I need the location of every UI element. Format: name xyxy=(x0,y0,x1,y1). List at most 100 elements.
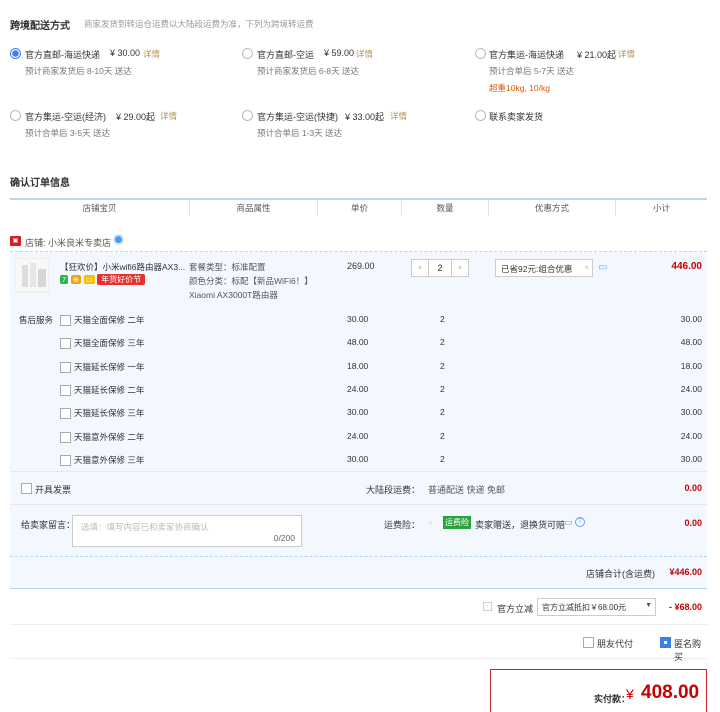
coupon-icon: ▭ xyxy=(83,275,95,284)
option-detail-link[interactable]: 详情 xyxy=(143,48,160,60)
service-checkbox[interactable] xyxy=(60,408,71,420)
quantity-input[interactable]: 2 xyxy=(429,259,451,277)
service-total: 30.00 xyxy=(680,314,702,324)
insurance-chat-icon[interactable]: ▭ xyxy=(564,517,573,528)
radio[interactable] xyxy=(475,48,486,59)
radio-selected[interactable] xyxy=(10,48,21,59)
option-name: 官方集运-空运(快捷) xyxy=(257,112,338,122)
official-discount-select[interactable]: 官方立减抵扣￥68.00元 ▼ xyxy=(537,598,656,616)
service-total: 30.00 xyxy=(680,407,702,418)
col-discount: 优惠方式 xyxy=(489,200,616,216)
option-name: 联系卖家发货 xyxy=(489,112,544,122)
service-checkbox[interactable] xyxy=(60,431,71,443)
service-checkbox[interactable] xyxy=(60,338,71,350)
service-qty: 2 xyxy=(440,430,445,441)
service-checkbox[interactable] xyxy=(60,315,71,326)
official-discount-label: 官方立减 xyxy=(497,604,534,614)
insurance-check-icon: ▫ xyxy=(429,518,432,527)
service-row: 天猫全面保修 二年 30.00 2 30.00 xyxy=(10,309,707,332)
radio[interactable] xyxy=(242,48,253,59)
shop-name-link[interactable]: 小米良米专卖店 xyxy=(48,236,111,249)
shop-total-value: ¥446.00 xyxy=(669,567,702,577)
attr-model: Xiaomi AX3000T路由器 xyxy=(189,290,278,300)
shipping-option-air-direct[interactable]: 官方直邮-空运 ¥ 59.00 详情 预计商家发货后 6-8天 送达 xyxy=(242,46,462,78)
service-price: 24.00 xyxy=(347,430,369,441)
order-item-area: 【狂欢价】小米wifi6路由器AX3... 7 ⊕ ▭ 年货好价节 套餐类型：标… xyxy=(10,252,707,472)
mainland-fee-amount: 0.00 xyxy=(684,483,702,493)
service-row: 天猫延长保修 二年 24.00 2 24.00 xyxy=(10,379,707,402)
insurance-badge: 运费险 xyxy=(443,516,471,529)
service-price: 18.00 xyxy=(347,360,369,371)
service-row: 天猫意外保修 二年 24.00 2 24.00 xyxy=(10,426,707,449)
service-qty: 2 xyxy=(440,383,445,394)
service-total: 30.00 xyxy=(680,453,702,464)
service-total: 24.00 xyxy=(680,383,702,394)
anonymous-label: 匿名购买 xyxy=(674,639,702,662)
service-row: 天猫意外保修 三年 30.00 2 30.00 xyxy=(10,449,707,472)
option-name: 官方直邮-空运 xyxy=(257,50,314,60)
product-image[interactable] xyxy=(15,258,49,292)
pay-label: 实付款： xyxy=(594,694,631,704)
message-placeholder: 选填：填写内容已和卖家协商确认 xyxy=(81,522,209,532)
shipping-option-sea-consolidated[interactable]: 官方集运-海运快递 ¥ 21.00起 详情 预计合单后 5-7天 送达 超重10… xyxy=(475,46,710,96)
shipping-title: 跨境配送方式 xyxy=(10,21,70,32)
seven-day-return-icon: 7 xyxy=(60,275,69,284)
insurance-label: 运费险： xyxy=(384,520,421,530)
service-total: 24.00 xyxy=(680,430,702,441)
message-row: 给卖家留言： 选填：填写内容已和卖家协商确认 0/200 运费险： ▫ 运费险 … xyxy=(10,505,707,557)
option-detail-link[interactable]: 详情 xyxy=(390,110,407,122)
option-detail-link[interactable]: 详情 xyxy=(356,48,373,60)
radio[interactable] xyxy=(242,110,253,121)
discount-select[interactable]: 已省92元:组合优惠 ▫ xyxy=(495,259,593,277)
message-textarea[interactable]: 选填：填写内容已和卖家协商确认 0/200 xyxy=(72,515,302,547)
message-label: 给卖家留言： xyxy=(21,520,76,530)
option-detail-link[interactable]: 详情 xyxy=(618,48,635,60)
mainland-fee-value: 普通配送 快递 免邮 xyxy=(428,485,506,495)
option-price: ¥ 29.00起 xyxy=(116,112,156,122)
option-detail-link[interactable]: 详情 xyxy=(160,110,177,122)
insurance-help-icon[interactable]: ? xyxy=(575,517,585,527)
radio[interactable] xyxy=(10,110,21,121)
shipping-option-sea-direct[interactable]: 官方直邮-海运快递 ¥ 30.00 详情 预计商家发货后 8-10天 送达 xyxy=(10,46,230,78)
official-discount-check[interactable]: ▫ xyxy=(483,602,492,611)
increase-button[interactable]: ▫ xyxy=(451,259,469,277)
service-price: 30.00 xyxy=(347,453,369,464)
shop-total-label: 店铺合计(含运费) xyxy=(586,569,655,579)
attr-color: 颜色分类：标配【新品WiFi6！】 xyxy=(189,276,313,286)
discount-info-icon[interactable]: ▭ xyxy=(598,262,607,273)
insurance-text: 卖家赠送，退换货可赔 xyxy=(475,520,566,530)
radio[interactable] xyxy=(475,110,486,121)
service-checkbox[interactable] xyxy=(60,454,71,466)
official-discount-row: ▫ 官方立减 官方立减抵扣￥68.00元 ▼ - ¥68.00 xyxy=(10,589,707,625)
col-attr: 商品属性 xyxy=(190,200,318,216)
official-discount-value: - ¥68.00 xyxy=(668,602,702,612)
service-total: 48.00 xyxy=(680,337,702,348)
service-name: 天猫意外保修 三年 xyxy=(74,454,145,465)
shipping-option-air-economy[interactable]: 官方集运-空运(经济) ¥ 29.00起 详情 预计合单后 3-5天 送达 xyxy=(10,108,230,140)
shipping-option-air-express[interactable]: 官方集运-空运(快捷) ¥ 33.00起 详情 预计合单后 1-3天 送达 xyxy=(242,108,462,140)
pay-options-row: 朋友代付 匿名购买 xyxy=(10,625,707,662)
anonymous-checkbox[interactable] xyxy=(660,637,671,648)
service-row: 天猫延长保修 一年 18.00 2 18.00 xyxy=(10,356,707,379)
service-qty: 2 xyxy=(440,407,445,418)
service-price: 30.00 xyxy=(347,314,369,324)
service-name: 天猫全面保修 三年 xyxy=(74,338,145,349)
friend-pay-label: 朋友代付 xyxy=(597,639,634,649)
service-list: 天猫全面保修 二年 30.00 2 30.00 天猫全面保修 三年 48.00 2 48.00… xyxy=(10,309,707,471)
friend-pay-checkbox[interactable] xyxy=(583,637,594,648)
service-name: 天猫延长保修 三年 xyxy=(74,408,145,419)
decrease-button[interactable]: ▫ xyxy=(411,259,429,277)
mainland-fee-label: 大陆段运费： xyxy=(366,485,421,495)
product-title-link[interactable]: 【狂欢价】小米wifi6路由器AX3... xyxy=(60,261,185,273)
service-checkbox[interactable] xyxy=(60,384,71,396)
option-price: ¥ 59.00 xyxy=(324,48,355,58)
shop-row: ▣ 店铺: 小米良米专卖店 xyxy=(10,232,707,252)
option-name: 官方集运-海运快递 xyxy=(489,50,564,60)
shipping-option-contact-seller[interactable]: 联系卖家发货 xyxy=(475,108,595,126)
invoice-checkbox[interactable] xyxy=(21,483,32,494)
service-row: 天猫全面保修 三年 48.00 2 48.00 xyxy=(10,332,707,355)
quantity-stepper[interactable]: ▫ 2 ▫ xyxy=(411,259,483,277)
pay-summary-box: 实付款： ¥ 408.00 xyxy=(490,669,707,712)
chat-icon[interactable] xyxy=(113,234,124,245)
service-checkbox[interactable] xyxy=(60,361,71,373)
